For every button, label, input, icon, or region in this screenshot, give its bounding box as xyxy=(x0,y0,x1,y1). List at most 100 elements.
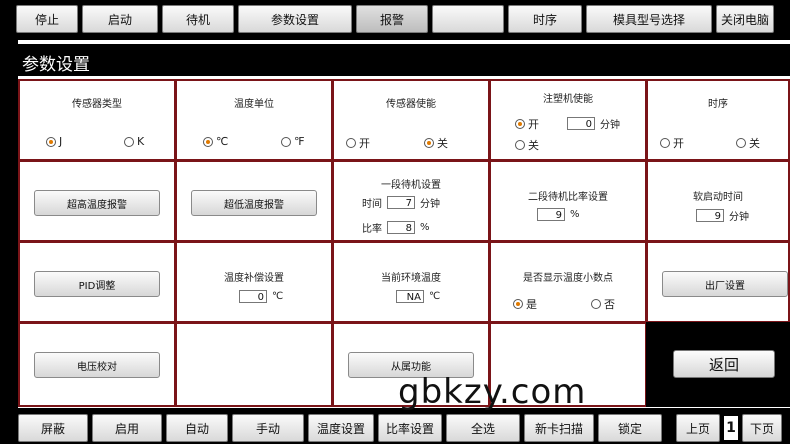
timing-button[interactable]: 时序 xyxy=(508,5,582,33)
pid-adjust-button[interactable]: PID调整 xyxy=(34,271,160,297)
bottom-toolbar: 屏蔽 启用 自动 手动 温度设置 比率设置 全选 新卡扫描 锁定 上页 1 下页 xyxy=(0,410,790,444)
unit-label: % xyxy=(420,222,430,233)
sensor-type-label: 传感器类型 xyxy=(72,99,122,110)
unit-label: 分钟 xyxy=(420,199,440,210)
ratio-setting-button[interactable]: 比率设置 xyxy=(378,414,442,442)
sensor-type-j-radio[interactable]: J xyxy=(46,135,62,148)
standby2-cell: 二段待机比率设置 9 % xyxy=(489,160,647,242)
page-title: 参数设置 xyxy=(22,55,90,75)
standby2-field[interactable]: 9 xyxy=(537,208,565,221)
injection-delay-field[interactable]: 0 xyxy=(567,117,595,130)
unit-label: ℃ xyxy=(272,291,284,302)
select-all-button[interactable]: 全选 xyxy=(446,414,520,442)
ambient-row: NA ℃ xyxy=(396,290,440,303)
temp-setting-button[interactable]: 温度设置 xyxy=(308,414,374,442)
top-toolbar: 停止 启动 待机 参数设置 报警 时序 模具型号选择 关闭电脑 xyxy=(0,0,790,36)
temp-unit-c-radio[interactable]: ℃ xyxy=(203,135,228,148)
injection-enable-off-radio[interactable]: 关 xyxy=(515,137,539,153)
radio-icon xyxy=(515,140,525,150)
radio-selected-icon xyxy=(513,299,523,309)
radio-label: 否 xyxy=(604,298,615,311)
param-settings-button[interactable]: 参数设置 xyxy=(238,5,352,33)
return-cell: 返回 xyxy=(646,322,790,407)
injection-delay-row: 0 分钟 xyxy=(567,116,620,131)
ratio-label: 比率 xyxy=(362,224,382,235)
temp-unit-f-radio[interactable]: ℉ xyxy=(281,135,304,148)
empty-cell xyxy=(489,322,647,407)
enable-button[interactable]: 启用 xyxy=(92,414,162,442)
radio-selected-icon xyxy=(424,138,434,148)
temp-unit-cell: 温度单位 ℃ ℉ xyxy=(175,79,333,161)
soft-start-field[interactable]: 9 xyxy=(696,209,724,222)
manual-button[interactable]: 手动 xyxy=(232,414,304,442)
time-label: 时间 xyxy=(362,199,382,210)
radio-label: 开 xyxy=(528,118,539,131)
timing-label: 时序 xyxy=(708,99,728,110)
radio-icon xyxy=(346,138,356,148)
auto-button[interactable]: 自动 xyxy=(166,414,228,442)
radio-label: 开 xyxy=(673,137,684,150)
radio-icon xyxy=(591,299,601,309)
blank-button[interactable] xyxy=(432,5,504,33)
lock-button[interactable]: 锁定 xyxy=(598,414,662,442)
unit-label: ℃ xyxy=(429,291,441,302)
sensor-enable-label: 传感器使能 xyxy=(386,99,436,110)
radio-selected-icon xyxy=(46,136,56,147)
empty-cell xyxy=(175,322,333,407)
sensor-enable-cell: 传感器使能 开 关 xyxy=(332,79,490,161)
radio-icon xyxy=(281,136,291,147)
stop-button[interactable]: 停止 xyxy=(16,5,78,33)
soft-start-label: 软启动时间 xyxy=(693,192,743,203)
unit-label: 分钟 xyxy=(600,120,620,131)
decimal-no-radio[interactable]: 否 xyxy=(591,296,615,312)
injection-enable-on-radio[interactable]: 开 xyxy=(515,116,539,132)
injection-enable-label: 注塑机使能 xyxy=(543,94,593,105)
temp-comp-cell: 温度补偿设置 0 ℃ xyxy=(175,241,333,323)
soft-start-row: 9 分钟 xyxy=(696,208,749,223)
radio-label: 开 xyxy=(359,137,370,150)
overheat-alarm-button[interactable]: 超高温度报警 xyxy=(34,190,160,216)
timing-on-radio[interactable]: 开 xyxy=(660,135,684,151)
temp-comp-label: 温度补偿设置 xyxy=(224,273,284,284)
standby1-time-field[interactable]: 7 xyxy=(387,196,415,209)
sensor-type-k-radio[interactable]: K xyxy=(124,135,144,148)
radio-icon xyxy=(124,136,134,147)
temp-comp-field[interactable]: 0 xyxy=(239,290,267,303)
alarm-button[interactable]: 报警 xyxy=(356,5,428,33)
timing-off-radio[interactable]: 关 xyxy=(736,135,760,151)
return-button[interactable]: 返回 xyxy=(673,350,775,378)
ambient-cell: 当前环境温度 NA ℃ xyxy=(332,241,490,323)
mold-select-button[interactable]: 模具型号选择 xyxy=(586,5,712,33)
new-card-scan-button[interactable]: 新卡扫描 xyxy=(524,414,594,442)
decimal-yes-radio[interactable]: 是 xyxy=(513,296,537,312)
standby2-row: 9 % xyxy=(537,208,580,221)
radio-label: ℃ xyxy=(216,135,229,148)
mask-button[interactable]: 屏蔽 xyxy=(18,414,88,442)
radio-selected-icon xyxy=(203,136,213,147)
standby-button[interactable]: 待机 xyxy=(162,5,234,33)
shutdown-button[interactable]: 关闭电脑 xyxy=(716,5,774,33)
radio-icon xyxy=(736,138,746,148)
underheat-alarm-button[interactable]: 超低温度报警 xyxy=(191,190,317,216)
prev-page-button[interactable]: 上页 xyxy=(676,414,720,442)
ambient-field: NA xyxy=(396,290,424,303)
standby1-cell: 一段待机设置 时间 7 分钟 比率 8 % xyxy=(332,160,490,242)
radio-label: J xyxy=(59,135,63,148)
decimal-label: 是否显示温度小数点 xyxy=(523,273,613,284)
radio-label: K xyxy=(137,135,145,148)
injection-enable-cell: 注塑机使能 开 0 分钟 关 xyxy=(489,79,647,161)
temp-comp-row: 0 ℃ xyxy=(239,290,283,303)
standby1-ratio-field[interactable]: 8 xyxy=(387,221,415,234)
factory-reset-button[interactable]: 出厂设置 xyxy=(662,271,788,297)
soft-start-cell: 软启动时间 9 分钟 xyxy=(646,160,790,242)
sensor-enable-off-radio[interactable]: 关 xyxy=(424,135,448,151)
slave-function-button[interactable]: 从属功能 xyxy=(348,352,474,378)
underheat-cell: 超低温度报警 xyxy=(175,160,333,242)
page-number: 1 xyxy=(724,416,738,440)
factory-cell: 出厂设置 xyxy=(646,241,790,323)
next-page-button[interactable]: 下页 xyxy=(742,414,782,442)
radio-icon xyxy=(660,138,670,148)
start-button[interactable]: 启动 xyxy=(82,5,158,33)
sensor-enable-on-radio[interactable]: 开 xyxy=(346,135,370,151)
voltage-calibrate-button[interactable]: 电压校对 xyxy=(34,352,160,378)
